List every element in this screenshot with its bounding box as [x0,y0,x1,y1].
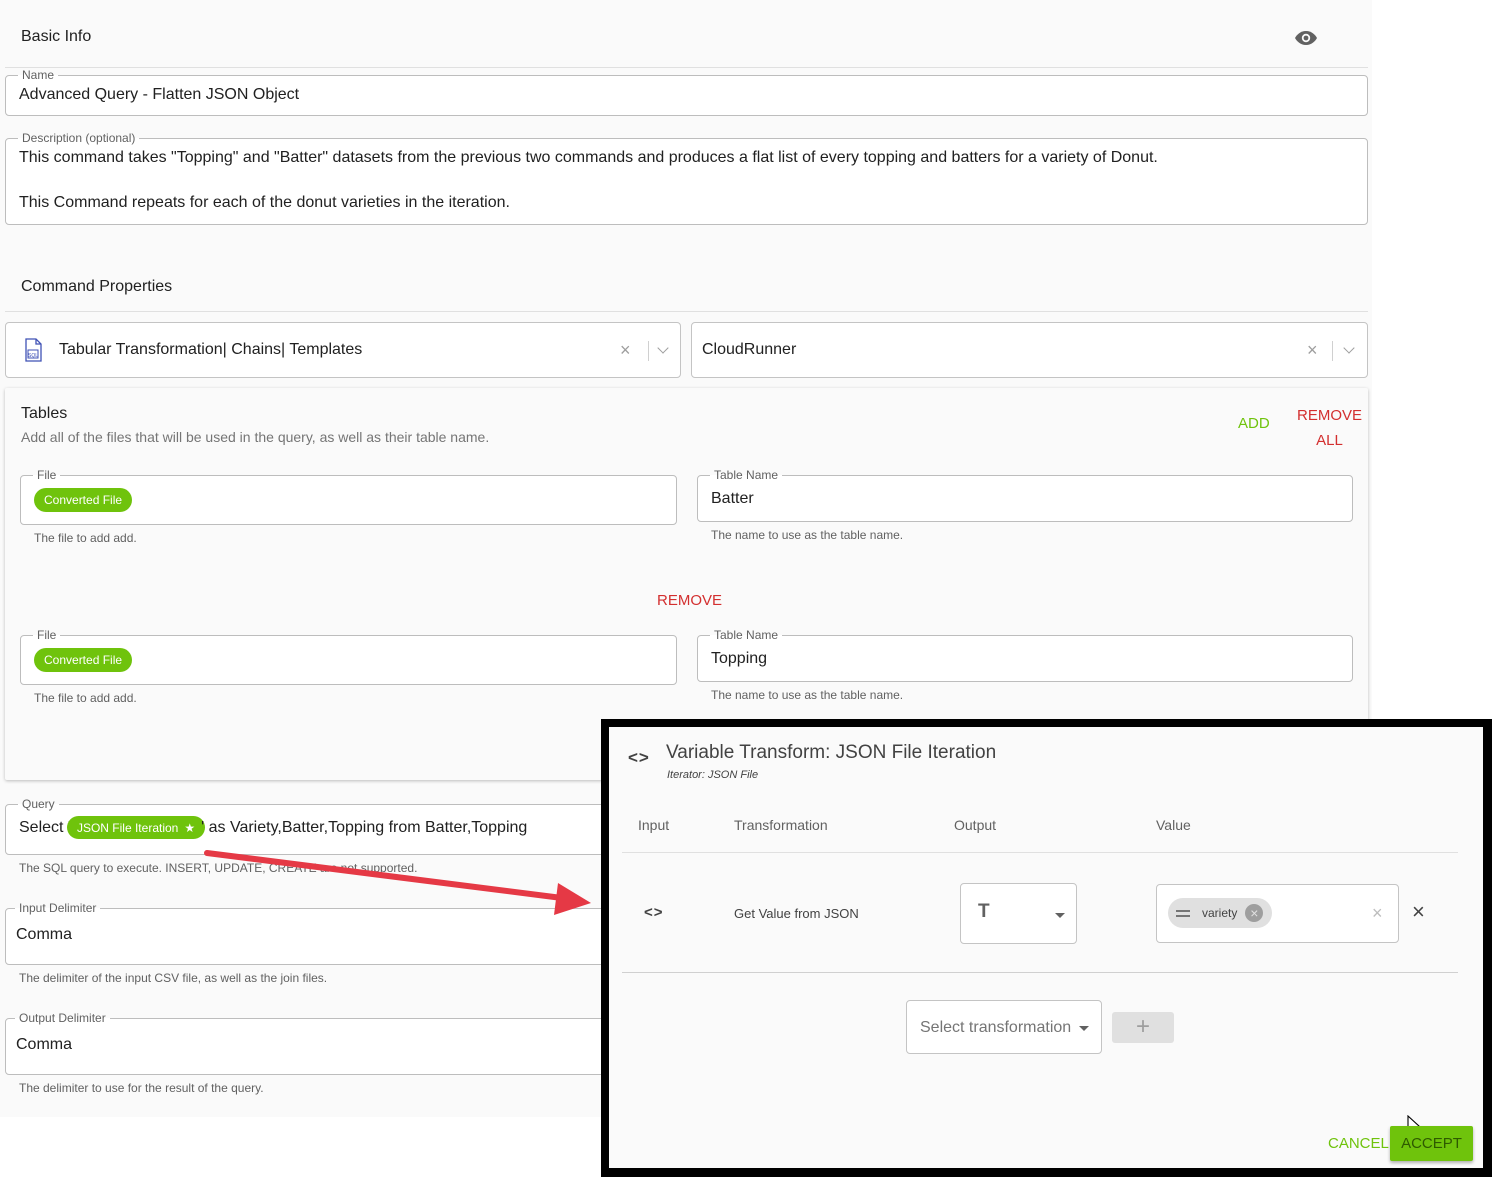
output-type-value: T [978,901,990,922]
cancel-button[interactable]: CANCEL [1328,1135,1389,1152]
transformation-name: Get Value from JSON [734,906,859,921]
dropdown-arrow-icon [1079,1026,1089,1031]
value-select[interactable]: variety × × [1156,884,1399,943]
column-transformation: Transformation [734,817,828,833]
equals-icon [1176,909,1190,917]
delete-row-icon[interactable]: × [1412,901,1425,923]
divider [622,972,1458,973]
column-input: Input [638,817,670,833]
accept-button[interactable]: ACCEPT [1390,1126,1473,1161]
dialog-title: Variable Transform: JSON File Iteration [666,742,997,763]
column-output: Output [954,817,997,833]
output-type-select[interactable]: T [960,883,1077,944]
clear-icon[interactable]: × [1372,904,1383,922]
dialog-subtitle: Iterator: JSON File [667,769,759,781]
variable-transform-dialog: <> Variable Transform: JSON File Iterati… [609,727,1483,1168]
variety-chip-label: variety [1202,906,1238,920]
dropdown-arrow-icon [1055,913,1065,918]
code-icon: <> [644,904,664,921]
variety-chip[interactable]: variety × [1168,898,1272,928]
column-value: Value [1156,817,1191,833]
code-icon: <> [628,748,650,767]
select-transformation-placeholder: Select transformation [920,1019,1072,1036]
divider [622,852,1458,853]
add-transformation-button[interactable]: + [1112,1012,1174,1043]
select-transformation-dropdown[interactable]: Select transformation [906,1000,1102,1054]
remove-chip-icon[interactable]: × [1245,904,1264,922]
